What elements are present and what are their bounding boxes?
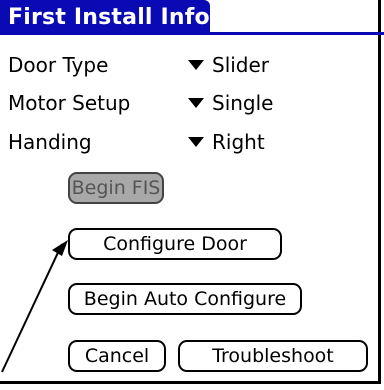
begin-auto-configure-button[interactable]: Begin Auto Configure (68, 283, 302, 315)
cancel-button[interactable]: Cancel (68, 340, 166, 372)
troubleshoot-button[interactable]: Troubleshoot (178, 340, 368, 372)
motor-setup-picker[interactable]: Single (188, 88, 273, 118)
handing-picker[interactable]: Right (188, 127, 265, 157)
palm-form-screen: First Install Info Door Type Slider Moto… (0, 0, 384, 390)
begin-fis-button[interactable]: Begin FIS (68, 172, 164, 204)
handing-value: Right (212, 130, 265, 154)
form-title: First Install Info (0, 0, 210, 35)
title-bar: First Install Info (0, 0, 384, 35)
door-type-value: Slider (212, 53, 270, 77)
triangle-down-icon (188, 98, 204, 108)
motor-setup-value: Single (212, 91, 274, 115)
door-type-picker[interactable]: Slider (188, 50, 269, 80)
motor-setup-row: Motor Setup Single (0, 88, 384, 118)
triangle-down-icon (188, 137, 204, 147)
handing-label: Handing (8, 130, 92, 154)
motor-setup-label: Motor Setup (8, 91, 131, 115)
configure-door-button[interactable]: Configure Door (68, 228, 282, 260)
triangle-down-icon (188, 60, 204, 70)
door-type-row: Door Type Slider (0, 50, 384, 80)
handing-row: Handing Right (0, 127, 384, 157)
door-type-label: Door Type (8, 53, 109, 77)
